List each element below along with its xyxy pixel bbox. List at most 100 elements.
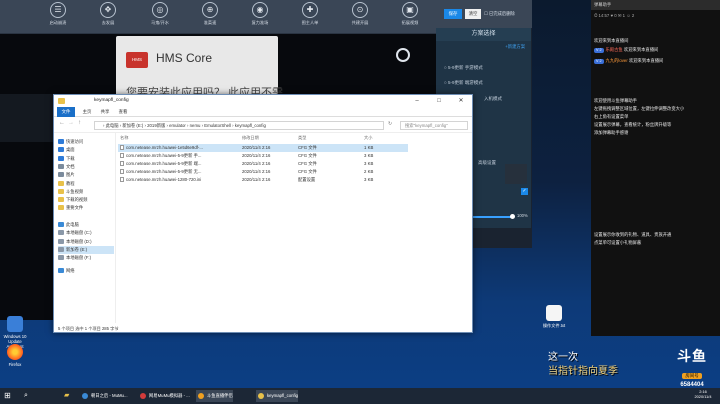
file-row[interactable]: com.netease.mrzh.huawei-5-9更新 无... 2020/1… (118, 168, 408, 176)
toolbar-item[interactable]: ☰ 启动崩溃 (38, 2, 78, 26)
task-douyu[interactable]: 斗鱼直播伴侣 (196, 390, 233, 402)
desktop-icon-firefox[interactable]: Firefox (1, 344, 29, 367)
start-icon[interactable]: ⊞ (4, 390, 11, 402)
nav-item-icon (58, 222, 64, 227)
task-emulator[interactable]: 网易MuMu模拟器 - ... (138, 390, 190, 402)
nav-item-icon (58, 164, 64, 169)
tab-home[interactable]: 主页 (80, 107, 94, 117)
task-mumu[interactable]: 朝日之后 - MuMu... (80, 390, 128, 402)
forward-icon[interactable]: → (68, 120, 74, 126)
nav-item[interactable]: 重要文件 (58, 204, 114, 212)
file-icon (120, 145, 124, 150)
nav-item[interactable]: 本地磁盘 (F:) (58, 254, 114, 262)
file-type: CFG 文件 (298, 145, 317, 150)
nav-item-icon (58, 197, 64, 202)
toolbar-item[interactable]: ⊙ 共建开展 (340, 2, 380, 26)
column-name[interactable]: 名称 (120, 133, 128, 142)
close-button[interactable]: ✕ (450, 95, 472, 107)
file-row[interactable]: com.netease.mrzh.huawei-1e5d6e9df-... 202… (118, 144, 408, 152)
file-row[interactable]: com.netease.mrzh.huawei-5-9更新 端... 2020/1… (118, 160, 408, 168)
nav-item[interactable]: 下载的视频 (58, 196, 114, 204)
tab-file[interactable]: 文件 (57, 107, 75, 117)
plan-item-ai[interactable]: 入机模式 (476, 96, 516, 102)
toolbar-item[interactable]: ◎ 马鬼/开水 (140, 2, 180, 26)
back-icon[interactable]: ← (59, 120, 65, 126)
tab-share[interactable]: 共享 (98, 107, 112, 117)
toolbar-item[interactable]: ✚ 图主人单 (290, 2, 330, 26)
delete-after-checkbox[interactable]: ☐ 已完成后删除 (484, 9, 515, 19)
nav-item-icon (58, 205, 64, 210)
file-size: 1 KB (364, 145, 374, 150)
column-date[interactable]: 修改日期 (242, 133, 259, 142)
task-explorer[interactable]: keymapfl_config (256, 390, 299, 402)
chat-tip: 左键拖拽调整区域位置，左键拉伸调整改变大小 (594, 106, 685, 111)
toolbar-item[interactable]: ✥ 去发展 (88, 2, 128, 26)
chat-tip: 设置展示弹幕，查看统计，粉丝牌升级等 (594, 122, 672, 127)
toolbar-item[interactable]: ▣ 拓展视频 (390, 2, 430, 26)
file-type: 配置设置 (298, 177, 316, 182)
toolbar-icon: ☰ (50, 2, 66, 18)
nav-item[interactable]: 桌面 (58, 146, 114, 154)
address-bar[interactable]: › 此电脑 › 新加卷 (E:) › 2019新版 › emulator › n… (94, 121, 384, 130)
nav-item[interactable]: 本地磁盘 (C:) (58, 229, 114, 237)
file-icon (120, 169, 124, 174)
clear-button[interactable]: 清空 (465, 9, 481, 19)
nav-item[interactable]: 下载 (58, 155, 114, 163)
column-type[interactable]: 类型 (298, 133, 306, 142)
nav-item[interactable]: 图片 (58, 171, 114, 179)
file-name: com.netease.mrzh.huawei-5-9更新 端... (120, 160, 201, 168)
nav-item[interactable]: 新加卷 (E:) (58, 246, 114, 254)
toolbar-icon: ✥ (100, 2, 116, 18)
nav-item-icon (58, 181, 64, 186)
file-row[interactable]: com.netease.mrzh.huawei-1280-720.ini 2020… (118, 176, 408, 184)
nav-item-icon (58, 147, 64, 152)
nav-item-icon (58, 172, 64, 177)
search-input[interactable]: 搜索"keymapfl_config" (400, 121, 468, 130)
install-dialog: HMS HMS Core 您要安装此应用吗？ 此应用不需 (116, 36, 283, 100)
nav-item[interactable]: 教程 (58, 180, 114, 188)
plan-item-pc[interactable]: ○ 5-9更新 端游模式 (436, 80, 531, 86)
new-plan-link[interactable]: +新建方案 (436, 41, 531, 50)
firefox-icon (7, 344, 23, 360)
address-row: ← → ↑ › 此电脑 › 新加卷 (E:) › 2019新版 › emulat… (54, 118, 472, 133)
chat-welcome: 欢迎来到本直播间 (594, 38, 629, 43)
tab-view[interactable]: 查看 (116, 107, 130, 117)
up-icon[interactable]: ↑ (78, 120, 81, 126)
nav-item-icon (58, 156, 64, 161)
taskbar-explorer-icon[interactable]: ▰ (64, 390, 69, 402)
minimize-button[interactable]: – (406, 95, 428, 107)
nav-item[interactable]: 快速访问 (58, 138, 114, 146)
column-size[interactable]: 大小 (364, 133, 372, 142)
folder-icon (58, 98, 65, 104)
nav-item-icon (58, 255, 64, 260)
taskbar-clock[interactable]: 2:16 2020/11/4 (688, 389, 718, 399)
plan-item-mobile[interactable]: ○ 5-9更新 手游模式 (436, 65, 531, 71)
file-size: 3 KB (364, 177, 374, 182)
nav-item[interactable]: 斗鱼视频 (58, 188, 114, 196)
status-bar: 5 个项目 选中 1 个项目 285 字节 (54, 324, 472, 333)
nav-item[interactable]: 网络 (58, 267, 114, 275)
hms-logo: HMS (126, 52, 148, 68)
joystick-icon[interactable] (396, 48, 410, 62)
game-text-line2: 当指针指向夏季 (548, 366, 618, 377)
maximize-button[interactable]: □ (428, 95, 450, 107)
refresh-icon[interactable]: ↻ (388, 121, 392, 127)
toolbar-item[interactable]: ◉ 复力准场 (240, 2, 280, 26)
option-checkbox[interactable]: ✓ (521, 188, 528, 195)
advanced-settings[interactable]: 高级设置 (470, 160, 510, 166)
nav-item[interactable]: 文档 (58, 163, 114, 171)
file-name: com.netease.mrzh.huawei-5-9更新 手... (120, 152, 201, 160)
search-icon[interactable]: ⌕ (24, 390, 28, 402)
nav-item[interactable]: 此电脑 (58, 221, 114, 229)
save-button[interactable]: 保存 (444, 9, 462, 19)
desktop-icon-txt[interactable]: 操作文件.txt (540, 305, 568, 329)
file-row[interactable]: com.netease.mrzh.huawei-5-9更新 手... 2020/1… (118, 152, 408, 160)
toolbar-item[interactable]: ⊕ 准菜速 (190, 2, 230, 26)
volume-slider-knob[interactable] (510, 214, 515, 219)
nav-item-icon (58, 230, 64, 235)
clock-date: 2020/11/4 (694, 394, 712, 399)
file-size: 3 KB (364, 161, 374, 166)
ribbon-tabs: 文件 主页 共享 查看 (54, 107, 472, 117)
nav-item[interactable]: 本地磁盘 (D:) (58, 238, 114, 246)
file-icon (120, 153, 124, 158)
